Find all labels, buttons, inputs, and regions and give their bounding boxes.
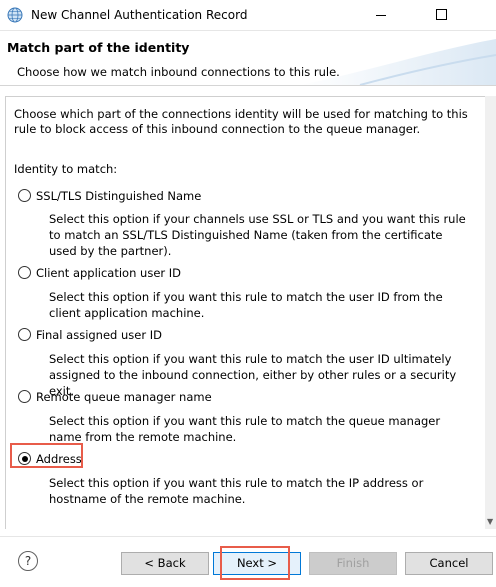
page-description: Choose how we match inbound connections … (17, 65, 340, 79)
vertical-scrollbar[interactable]: ▼ (485, 96, 496, 529)
option-description: Select this option if your channels use … (49, 212, 466, 258)
help-button[interactable]: ? (18, 551, 38, 571)
radio-ssl-tls-dn[interactable]: SSL/TLS Distinguished Name (18, 189, 201, 203)
intro-text: Choose which part of the connections ide… (14, 107, 468, 136)
option-label: Remote queue manager name (36, 390, 212, 404)
radio-final-user-id[interactable]: Final assigned user ID (18, 328, 162, 342)
maximize-button[interactable] (418, 0, 464, 30)
radio-circle[interactable] (18, 390, 31, 403)
option-label: Client application user ID (36, 266, 182, 280)
option-label: Final assigned user ID (36, 328, 162, 342)
identity-label: Identity to match: (14, 162, 118, 176)
options-panel: Choose which part of the connections ide… (0, 96, 496, 529)
globe-icon (7, 7, 23, 23)
option-description: Select this option if you want this rule… (49, 290, 443, 320)
highlight-box-address (10, 443, 83, 468)
radio-remote-qmgr-name[interactable]: Remote queue manager name (18, 390, 212, 404)
minimize-button[interactable] (358, 0, 404, 30)
radio-circle[interactable] (18, 266, 31, 279)
option-label: SSL/TLS Distinguished Name (36, 189, 202, 203)
minimize-icon (376, 15, 386, 16)
scroll-down-arrow-icon[interactable]: ▼ (487, 517, 493, 526)
window-title: New Channel Authentication Record (31, 8, 248, 22)
back-button[interactable]: < Back (121, 552, 209, 575)
highlight-box-next (220, 546, 290, 580)
option-description: Select this option if you want this rule… (49, 414, 441, 444)
page-title: Match part of the identity (7, 40, 190, 55)
wizard-header: Match part of the identity Choose how we… (0, 31, 496, 86)
radio-circle[interactable] (18, 189, 31, 202)
title-bar: New Channel Authentication Record (0, 0, 496, 31)
radio-circle[interactable] (18, 328, 31, 341)
cancel-button[interactable]: Cancel (405, 552, 493, 575)
finish-button[interactable]: Finish (309, 552, 397, 575)
maximize-icon (435, 9, 447, 20)
wizard-footer: ? < Back Next > Finish Cancel (0, 536, 496, 587)
radio-client-user-id[interactable]: Client application user ID (18, 266, 181, 280)
option-description: Select this option if you want this rule… (49, 476, 424, 506)
